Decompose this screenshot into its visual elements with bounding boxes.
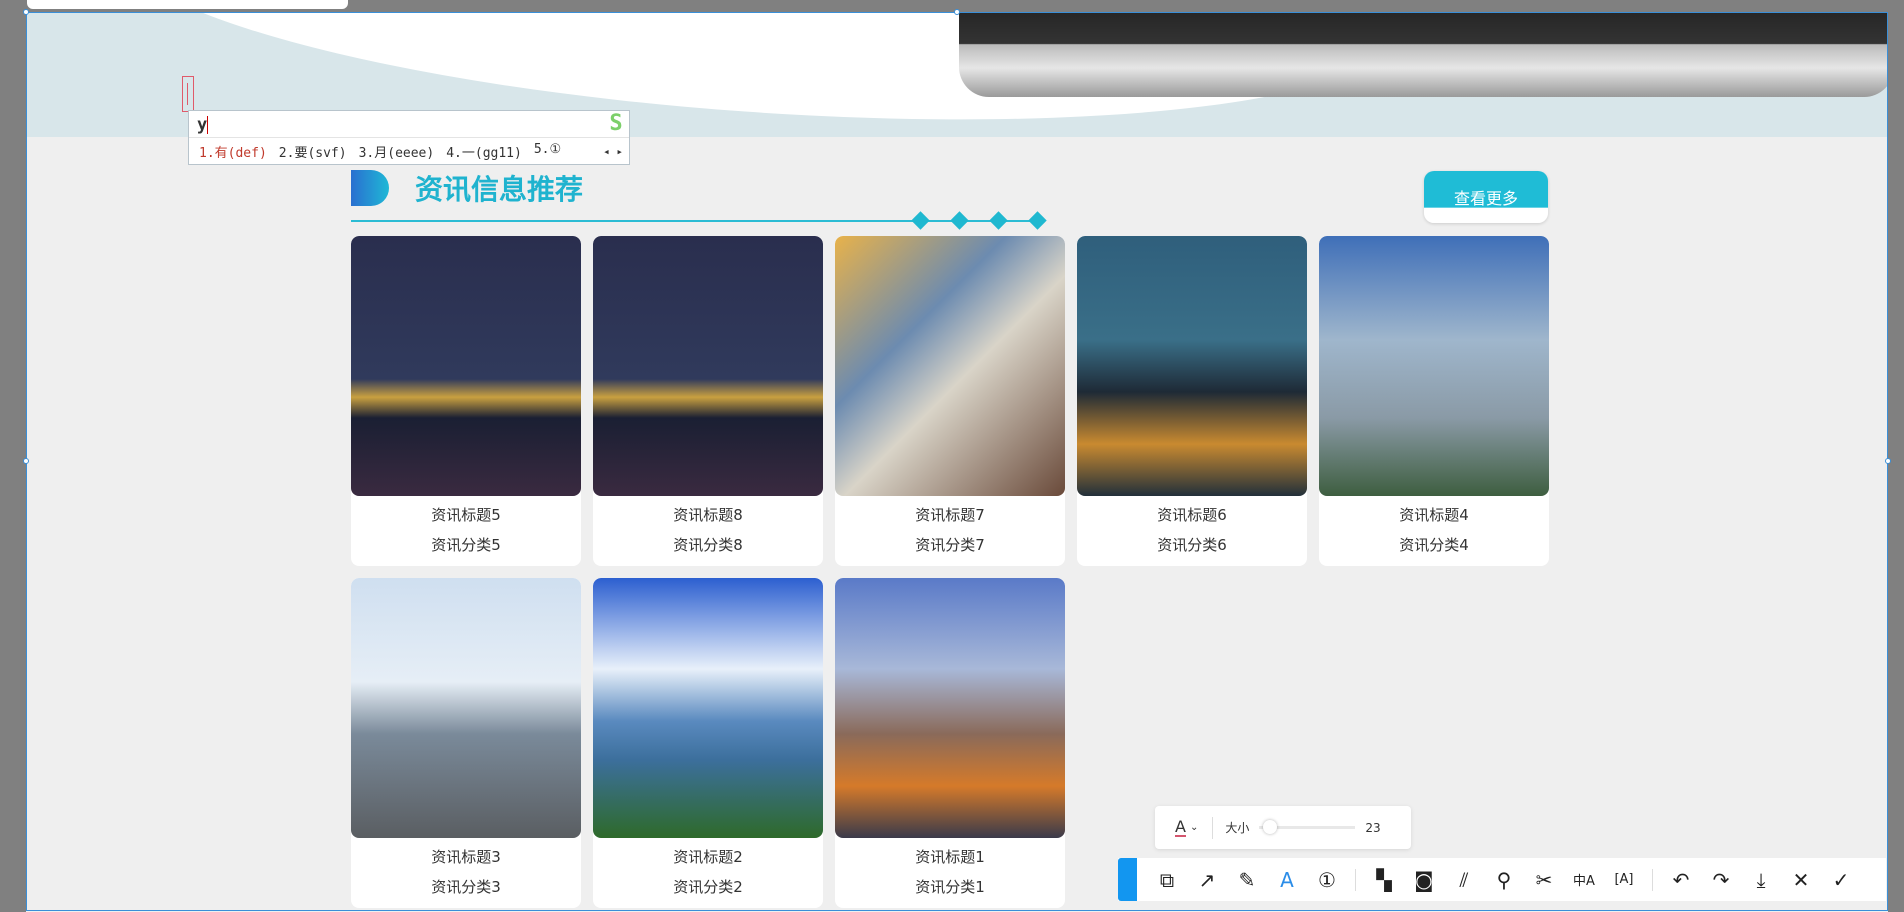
news-category: 资讯分类6: [1157, 536, 1227, 554]
resize-handle[interactable]: [23, 458, 29, 464]
chevron-down-icon[interactable]: ⌄: [1190, 822, 1198, 833]
size-slider[interactable]: [1259, 820, 1356, 834]
news-category: 资讯分类4: [1399, 536, 1469, 554]
hatch-icon[interactable]: ⫽: [1444, 868, 1484, 892]
section-title: 资讯信息推荐: [415, 173, 584, 206]
confirm-icon[interactable]: ✓: [1821, 868, 1861, 892]
news-title[interactable]: 资讯标题5: [351, 504, 581, 526]
news-card[interactable]: 资讯标题5 资讯分类5: [351, 236, 581, 566]
section-mark: [351, 170, 389, 206]
news-image[interactable]: [351, 236, 581, 496]
laptop-image: [959, 12, 1888, 97]
news-title[interactable]: 资讯标题8: [593, 504, 823, 526]
resize-handle[interactable]: [954, 9, 960, 15]
ime-candidate[interactable]: 3.月(eeee): [359, 142, 435, 161]
mosaic-icon[interactable]: ▚: [1364, 868, 1404, 892]
news-image[interactable]: [593, 578, 823, 838]
news-card[interactable]: 资讯标题3 资讯分类3: [351, 578, 581, 908]
top-dropdown[interactable]: [27, 0, 348, 9]
section-header: 资讯信息推荐: [351, 170, 583, 206]
ime-candidates: 1.有(def) 2.要(svf) 3.月(eeee) 4.一(gg11) 5.①: [189, 138, 629, 165]
pin-icon[interactable]: ⚲: [1484, 868, 1524, 892]
number-icon[interactable]: ①: [1307, 868, 1347, 892]
news-category: 资讯分类2: [673, 878, 743, 896]
news-title[interactable]: 资讯标题2: [593, 846, 823, 868]
shape-icon[interactable]: ⧉: [1147, 868, 1187, 892]
ime-candidate[interactable]: 1.有(def): [199, 142, 267, 161]
close-icon[interactable]: ✕: [1781, 868, 1821, 892]
news-title[interactable]: 资讯标题6: [1077, 504, 1307, 526]
news-image[interactable]: [351, 578, 581, 838]
news-category: 资讯分类8: [673, 536, 743, 554]
view-more-button[interactable]: 查看更多: [1424, 171, 1548, 223]
size-label: 大小: [1225, 821, 1250, 835]
toolbar-drag-handle[interactable]: [1118, 858, 1137, 901]
ime-logo-icon: S: [609, 111, 623, 136]
news-image[interactable]: [835, 578, 1065, 838]
news-category: 资讯分类1: [915, 878, 985, 896]
ime-composition: y: [197, 115, 208, 135]
font-color-button[interactable]: A: [1175, 818, 1186, 837]
text-icon[interactable]: A: [1267, 868, 1307, 892]
ime-candidate[interactable]: 5.①: [534, 142, 561, 161]
news-card[interactable]: 资讯标题1 资讯分类1: [835, 578, 1065, 908]
news-image[interactable]: [835, 236, 1065, 496]
news-image[interactable]: [1319, 236, 1549, 496]
toolbar-divider: [1652, 868, 1653, 891]
news-category: 资讯分类3: [431, 878, 501, 896]
news-title[interactable]: 资讯标题3: [351, 846, 581, 868]
screenshot-toolbar: ⧉ ↗ ✎ A ① ▚ ◙ ⫽ ⚲ ✂ 中A [A] ↶ ↷ ⤓ ✕ ✓: [1118, 858, 1886, 901]
redo-icon[interactable]: ↷: [1701, 868, 1741, 892]
news-title[interactable]: 资讯标题1: [835, 846, 1065, 868]
text-cursor-box[interactable]: [182, 76, 194, 112]
slider-knob[interactable]: [1263, 820, 1278, 834]
size-value: 23: [1365, 820, 1381, 835]
news-category: 资讯分类5: [431, 536, 501, 554]
ime-candidate[interactable]: 4.一(gg11): [446, 142, 522, 161]
cut-icon[interactable]: ✂: [1524, 868, 1564, 892]
ime-candidate[interactable]: 2.要(svf): [279, 142, 347, 161]
blur-icon[interactable]: ◙: [1404, 868, 1444, 892]
news-category: 资讯分类7: [915, 536, 985, 554]
news-card[interactable]: 资讯标题7 资讯分类7: [835, 236, 1065, 566]
news-image[interactable]: [1077, 236, 1307, 496]
pen-icon[interactable]: ✎: [1227, 868, 1267, 892]
section-divider: [351, 220, 1041, 222]
undo-icon[interactable]: ↶: [1661, 868, 1701, 892]
news-image[interactable]: [593, 236, 823, 496]
download-icon[interactable]: ⤓: [1741, 868, 1781, 892]
ocr-icon[interactable]: [A]: [1604, 872, 1644, 887]
toolbar-divider: [1355, 868, 1356, 891]
news-title[interactable]: 资讯标题7: [835, 504, 1065, 526]
resize-handle[interactable]: [23, 9, 29, 15]
resize-handle[interactable]: [1885, 458, 1891, 464]
ime-candidate-window: y 1.有(def) 2.要(svf) 3.月(eeee) 4.一(gg11) 5.① …: [188, 110, 630, 165]
news-card[interactable]: 资讯标题6 资讯分类6: [1077, 236, 1307, 566]
news-card[interactable]: 资讯标题2 资讯分类2: [593, 578, 823, 908]
translate-icon[interactable]: 中A: [1564, 870, 1604, 889]
ime-next-page-icon[interactable]: ◂ ▸: [603, 145, 623, 158]
arrow-icon[interactable]: ↗: [1187, 868, 1227, 892]
news-card[interactable]: 资讯标题8 资讯分类8: [593, 236, 823, 566]
text-options-popup: A ⌄ 大小 23: [1155, 806, 1411, 849]
news-title[interactable]: 资讯标题4: [1319, 504, 1549, 526]
news-card[interactable]: 资讯标题4 资讯分类4: [1319, 236, 1549, 566]
